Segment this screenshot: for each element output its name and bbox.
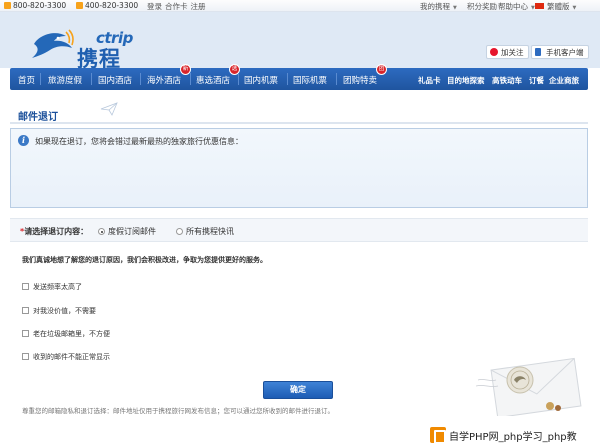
reason-label: 发送频率太高了: [33, 283, 82, 291]
reason-label: 收到的邮件不能正常显示: [33, 353, 110, 361]
radio-all-newsletters[interactable]: 所有携程快讯: [176, 226, 234, 237]
nav-divider: [287, 73, 288, 85]
checkbox-icon[interactable]: [22, 353, 29, 360]
phone-number-2-text: 400-820-3300: [85, 1, 139, 10]
watermark-logo-icon: [430, 427, 446, 444]
weibo-follow-button[interactable]: 加关注: [486, 45, 529, 59]
nav-item-group-buy[interactable]: 团购特卖: [343, 74, 377, 86]
unsubscribe-options: *请选择退订内容： 度假订阅邮件 所有携程快讯: [10, 218, 588, 242]
help-center-menu[interactable]: 帮助中心 ▼: [498, 1, 538, 12]
nav-item-gift-card[interactable]: 礼品卡: [418, 75, 441, 86]
reason-checkbox-spam-folder[interactable]: 老在垃圾邮箱里，不方便: [22, 329, 110, 339]
chevron-down-icon: ▼: [572, 5, 577, 11]
account-links: 登录 合作卡 注册: [147, 1, 209, 12]
watermark-text: 自学PHP网_php学习_php教: [449, 432, 577, 443]
watermark: 自学PHP网_php学习_php教: [428, 425, 600, 446]
privacy-note: 尊重您的邮箱隐私和退订选择：邮件地址仅用于携程旅行网发布信息；您可以通过您所收到…: [22, 407, 334, 415]
radio-empty-icon[interactable]: [176, 228, 183, 235]
nav-item-selected-hotel[interactable]: 惠选酒店: [196, 74, 230, 86]
radio-selected-icon[interactable]: [98, 228, 105, 235]
help-label: 帮助中心: [498, 2, 528, 11]
select-label: *请选择退订内容：: [20, 226, 88, 237]
follow-label: 加关注: [501, 48, 524, 57]
feedback-prompt: 我们真诚地想了解您的退订原因，我们会积极改进，争取为您提供更好的服务。: [22, 256, 267, 264]
nav-item-international-flights[interactable]: 国际机票: [293, 74, 327, 86]
group-badge: 团: [376, 64, 387, 75]
nav-item-corporate-travel[interactable]: 企业商旅: [549, 75, 579, 86]
nav-divider: [140, 73, 141, 85]
radio-vacation-newsletter[interactable]: 度假订阅邮件: [98, 226, 156, 237]
china-flag-icon: [535, 3, 544, 9]
mobile-app-label: 手机客户端: [546, 48, 584, 57]
ctrip-bird-logo-icon[interactable]: [30, 28, 74, 62]
page-title: 邮件退订: [18, 112, 58, 123]
reason-label: 对我没价值，不需要: [33, 307, 96, 315]
language-label: 繁體版: [547, 2, 570, 11]
top-bar: 800-820-3300 400-820-3300 登录 合作卡 注册 我的携程 ▼ …: [0, 0, 600, 12]
phone-number-2: 400-820-3300: [76, 1, 138, 10]
radio-vacation-label: 度假订阅邮件: [108, 227, 156, 236]
phone-icon: [76, 2, 83, 9]
nav-divider: [40, 73, 41, 85]
nav-item-overseas-hotel[interactable]: 海外酒店: [147, 74, 181, 86]
title-divider: [10, 122, 588, 124]
nav-divider: [336, 73, 337, 85]
info-text: 如果现在退订，您将会错过最新最热的独家旅行优惠信息：: [35, 137, 243, 146]
phone-number-1: 800-820-3300: [4, 1, 66, 10]
rewards-link[interactable]: 积分奖励: [467, 1, 497, 12]
radio-all-label: 所有携程快讯: [186, 227, 234, 236]
site-header: ctrip 携程 加关注 手机客户端: [0, 12, 600, 71]
checkbox-icon[interactable]: [22, 307, 29, 314]
reason-checkbox-display-issue[interactable]: 收到的邮件不能正常显示: [22, 352, 110, 362]
phone-icon: [4, 2, 11, 9]
nav-item-dining[interactable]: 订餐: [529, 75, 544, 86]
mobile-app-button[interactable]: 手机客户端: [531, 45, 589, 59]
nav-item-high-speed-rail[interactable]: 高铁动车: [492, 75, 522, 86]
nav-item-vacation[interactable]: 旅游度假: [48, 74, 82, 86]
phone-number-1-text: 800-820-3300: [13, 1, 67, 10]
checkbox-icon[interactable]: [22, 330, 29, 337]
login-link[interactable]: 登录: [147, 2, 162, 11]
my-ctrip-label: 我的携程: [420, 2, 450, 11]
info-icon: i: [18, 135, 29, 146]
reason-label: 老在垃圾邮箱里，不方便: [33, 330, 110, 338]
reason-checkbox-frequency[interactable]: 发送频率太高了: [22, 282, 82, 292]
my-ctrip-menu[interactable]: 我的携程 ▼: [420, 1, 460, 12]
nav-divider: [238, 73, 239, 85]
nav-item-destinations[interactable]: 目的地探索: [447, 75, 485, 86]
chevron-down-icon: ▼: [453, 5, 457, 11]
confirm-button[interactable]: 确定: [263, 381, 333, 399]
phone-icon: [535, 48, 541, 56]
language-switch[interactable]: 繁體版 ▼: [535, 1, 579, 12]
info-panel: i 如果现在退订，您将会错过最新最热的独家旅行优惠信息：: [10, 128, 588, 208]
reason-checkbox-not-useful[interactable]: 对我没价值，不需要: [22, 306, 96, 316]
nav-divider: [91, 73, 92, 85]
paper-plane-icon: [100, 102, 118, 116]
nav-item-domestic-hotel[interactable]: 国内酒店: [98, 74, 132, 86]
register-link[interactable]: 注册: [191, 2, 206, 11]
weibo-icon: [490, 48, 498, 56]
cobrand-card-link[interactable]: 合作卡: [165, 2, 188, 11]
nav-divider: [190, 73, 191, 85]
nav-item-home[interactable]: 首页: [18, 74, 35, 86]
main-nav: 首页 旅游度假 国内酒店 海外酒店 新 惠选酒店 选 国内机票 国际机票 团购特…: [10, 64, 588, 90]
select-label-text: 请选择退订内容：: [24, 227, 89, 236]
nav-item-domestic-flights[interactable]: 国内机票: [244, 74, 278, 86]
envelope-illustration-icon: [476, 357, 582, 416]
checkbox-icon[interactable]: [22, 283, 29, 290]
